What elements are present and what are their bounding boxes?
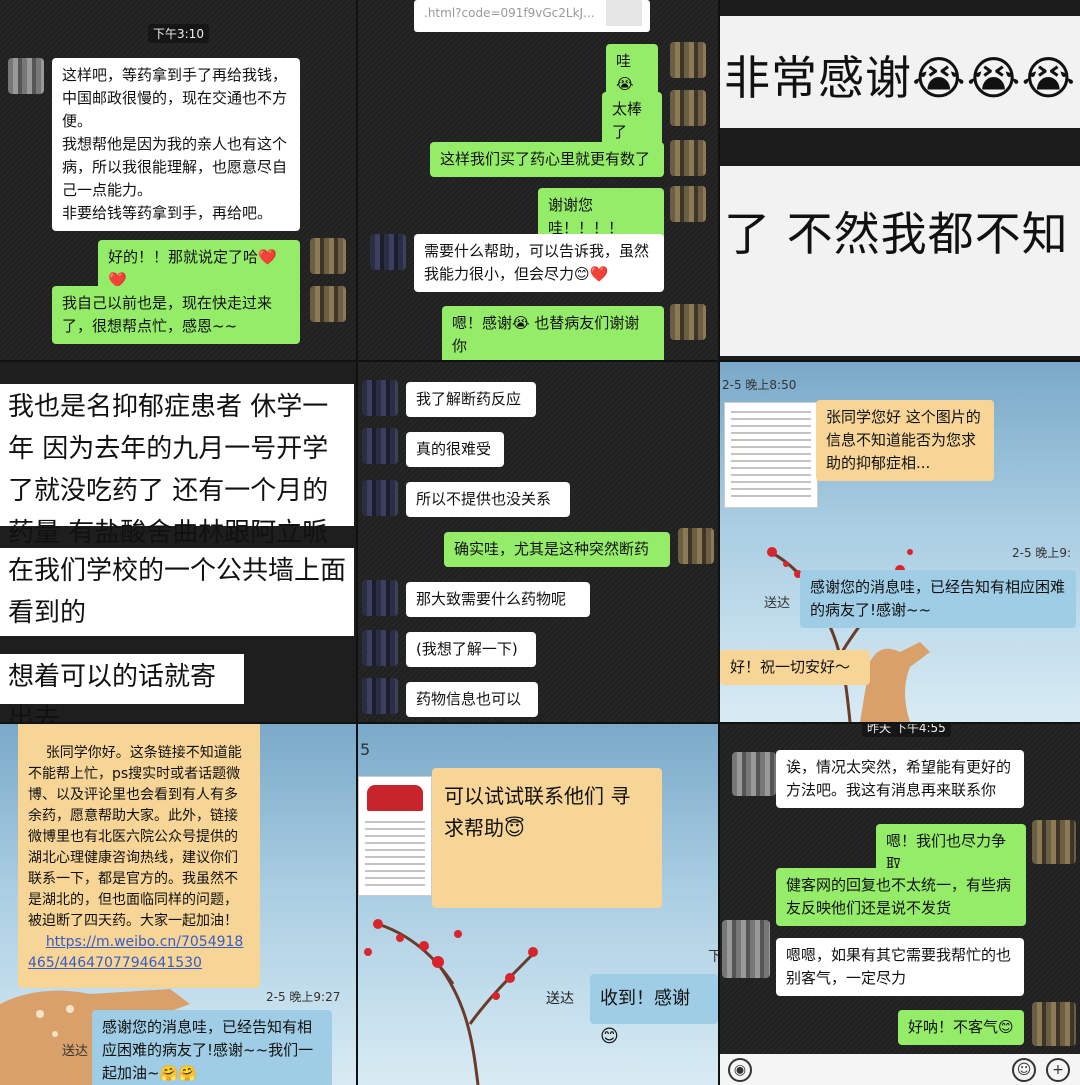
- avatar: [670, 42, 706, 78]
- avatar: [670, 186, 706, 222]
- panel-chat-7: 张同学你好。这条链接不知道能不能帮上忙，ps搜实时或者话题微博、以及评论里也会看…: [0, 724, 356, 1085]
- message-bubble: 真的很难受: [406, 432, 504, 467]
- message-bubble: (我想了解一下): [406, 632, 536, 667]
- plum-blossom-decoration: [364, 919, 538, 1085]
- panel-chat-5: 我了解断药反应 真的很难受 所以不提供也没关系 确实哇，尤其是这种突然断药 那大…: [358, 362, 718, 722]
- timestamp: 下: [708, 949, 718, 965]
- message-bubble: 在我们学校的一个公共墙上面看到的: [0, 548, 354, 636]
- plus-icon[interactable]: +: [1046, 1058, 1070, 1082]
- emoji-icon[interactable]: ☺: [1012, 1058, 1036, 1082]
- avatar: [370, 234, 406, 270]
- timestamp: 下午3:10: [148, 24, 209, 43]
- delivered-label: 送达: [764, 596, 791, 611]
- avatar: [670, 140, 706, 176]
- message-bubble: 感谢您的消息哇，已经告知有相应困难的病友了!感谢~~: [800, 570, 1076, 628]
- delivered-label: 送达: [546, 991, 574, 1007]
- message-bubble: 我也是名抑郁症患者 休学一年 因为去年的九月一号开学了就没吃药了 还有一个月的药…: [0, 384, 354, 590]
- image-attachment[interactable]: [724, 402, 818, 508]
- message-bubble: 感谢您的消息哇，已经告知有相应困难的病友了!感谢~~我们一起加油~🤗🤗: [92, 1010, 332, 1085]
- message-bubble: 这样吧，等药拿到手了再给我钱，中国邮政很慢的，现在交通也不方便。 我想帮他是因为…: [52, 58, 300, 231]
- message-bubble: 确实哇，尤其是这种突然断药: [444, 532, 670, 567]
- message-bubble: 需要什么帮助，可以告诉我，虽然我能力很小，但会尽力😊❤️: [414, 234, 664, 292]
- input-bar: ◉ ☺ +: [720, 1054, 1080, 1085]
- link-card-text: .html?code=091f9vGc2LkJ...: [424, 6, 595, 20]
- message-bubble: 好！祝一切安好～: [720, 650, 870, 685]
- message-bubble: 好呐！不客气😊: [898, 1010, 1024, 1045]
- message-bubble: 药物信息也可以: [406, 682, 538, 717]
- avatar: [1032, 820, 1076, 864]
- image-logo: [367, 785, 423, 811]
- message-bubble: 所以不提供也没关系: [406, 482, 570, 517]
- delivered-label: 送达: [62, 1044, 89, 1059]
- image-lines: [731, 411, 811, 499]
- message-bubble: 张同学你好。这条链接不知道能不能帮上忙，ps搜实时或者话题微博、以及评论里也会看…: [18, 724, 260, 988]
- message-bubble: 可以试试联系他们 寻求帮助😇: [432, 768, 662, 908]
- panel-chat-8: 5 可以试试联系他们 寻求帮助😇 下 送达 收到！感谢😊: [358, 724, 718, 1085]
- avatar: [362, 380, 398, 416]
- message-bubble: 嗯！感谢😭 也替病友们谢谢你: [442, 306, 664, 360]
- panel-chat-4: 我也是名抑郁症患者 休学一年 因为去年的九月一号开学了就没吃药了 还有一个月的药…: [0, 362, 356, 722]
- message-bubble: 收到！感谢😊: [590, 974, 718, 1047]
- timestamp: 5: [360, 740, 371, 759]
- avatar: [678, 528, 714, 564]
- message-text: 非常感谢😭😭😭: [724, 51, 1077, 105]
- panel-chat-1: 下午3:10 这样吧，等药拿到手了再给我钱，中国邮政很慢的，现在交通也不方便。 …: [0, 0, 356, 360]
- avatar: [722, 920, 770, 978]
- timestamp: 2-5 晚上8:50: [722, 378, 797, 392]
- timestamp: 昨天 下午4:55: [862, 724, 951, 737]
- avatar: [670, 90, 706, 126]
- message-bubble: 那大致需要什么药物呢: [406, 582, 590, 617]
- message-text: 了 不然我都不知: [724, 207, 1069, 261]
- message-bubble: 我自己以前也是，现在快走过来了，很想帮点忙，感恩~~: [52, 286, 300, 344]
- message-bubble: 嗯嗯，如果有其它需要我帮忙的也别客气，一定尽力: [776, 938, 1024, 996]
- message-bubble: 想着可以的话就寄出去: [0, 654, 244, 722]
- avatar: [8, 58, 44, 94]
- message-bubble: 张同学您好 这个图片的信息不知道能否为您求助的抑郁症相...: [816, 400, 994, 481]
- message-bubble: 诶，情况太突然，希望能有更好的方法吧。我这有消息再来联系你: [776, 750, 1024, 808]
- image-lines: [365, 821, 425, 889]
- avatar: [362, 480, 398, 516]
- link-card[interactable]: .html?code=091f9vGc2LkJ...: [414, 0, 650, 32]
- avatar: [362, 428, 398, 464]
- panel-chat-6: 2-5 晚上8:50 张同学您好 这个图片的信息不知道能否为您求助的抑郁症相..…: [720, 362, 1080, 722]
- message-text: 张同学你好。这条链接不知道能不能帮上忙，ps搜实时或者话题微博、以及评论里也会看…: [28, 745, 242, 929]
- timestamp: 2-5 晚上9:27: [266, 990, 341, 1004]
- panel-chat-2: .html?code=091f9vGc2LkJ... 哇😭 太棒了 这样我们买了…: [358, 0, 718, 360]
- avatar: [362, 678, 398, 714]
- panel-chat-9: 昨天 下午4:55 诶，情况太突然，希望能有更好的方法吧。我这有消息再来联系你 …: [720, 724, 1080, 1085]
- voice-icon[interactable]: ◉: [728, 1058, 752, 1082]
- avatar: [362, 630, 398, 666]
- avatar: [310, 238, 346, 274]
- avatar: [362, 580, 398, 616]
- image-attachment[interactable]: [358, 776, 432, 896]
- avatar: [1032, 1002, 1076, 1046]
- avatar: [732, 752, 776, 796]
- avatar: [310, 286, 346, 322]
- message-bubble: 健客网的回复也不太统一，有些病友反映他们还是说不发货: [776, 868, 1026, 926]
- message-bubble: 这样我们买了药心里就更有数了: [430, 142, 664, 177]
- message-bubble: 我了解断药反应: [406, 382, 536, 417]
- avatar: [670, 304, 706, 340]
- panel-chat-3: 非常感谢😭😭😭 了 不然我都不知: [720, 0, 1080, 360]
- link-card-thumb: [606, 0, 642, 26]
- timestamp: 2-5 晚上9:: [1012, 546, 1072, 560]
